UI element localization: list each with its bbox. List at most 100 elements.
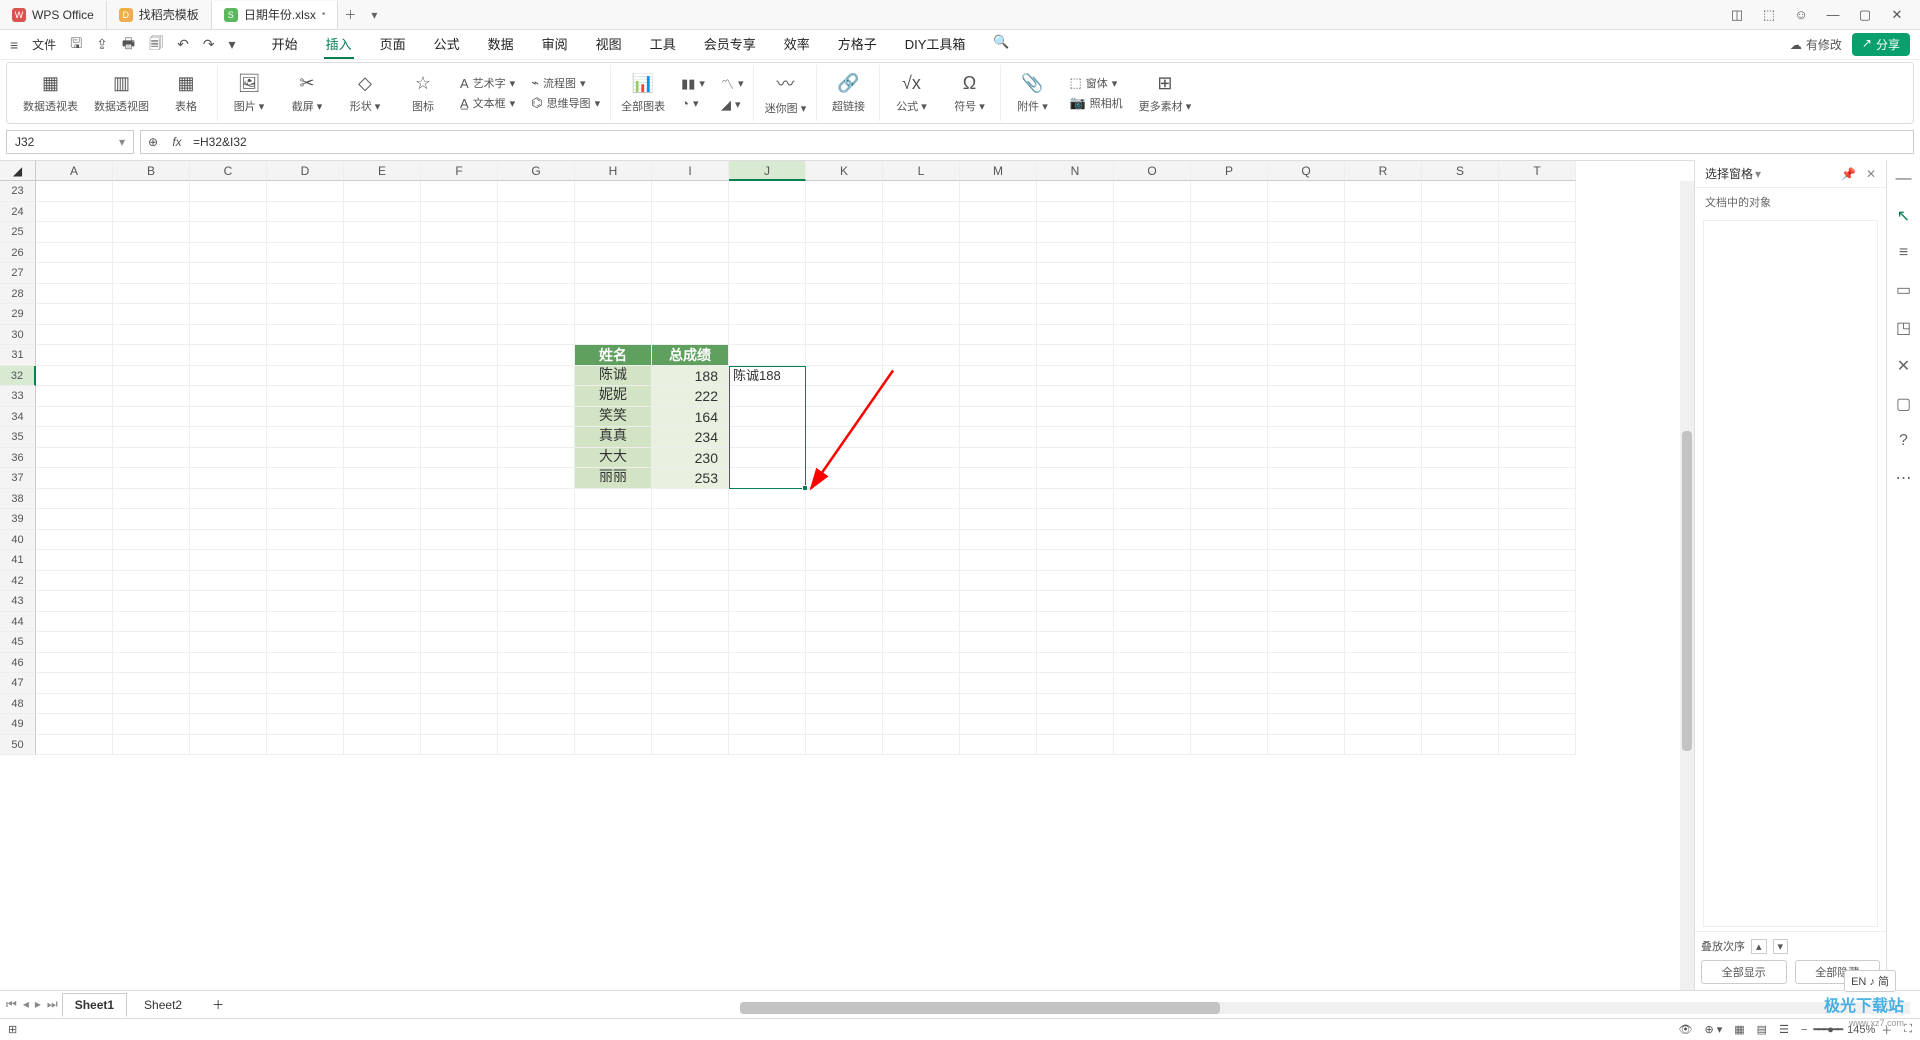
cell-Q45[interactable] [1268,632,1345,653]
cell-P36[interactable] [1191,448,1268,469]
cell-G27[interactable] [498,263,575,284]
cell-N40[interactable] [1037,530,1114,551]
cell-K48[interactable] [806,694,883,715]
row-header-42[interactable]: 42 [0,571,36,592]
select-all-corner[interactable]: ◢ [0,161,36,181]
cell-I34[interactable]: 164 [652,407,729,428]
scrollbar-thumb[interactable] [740,1002,1220,1014]
cell-G43[interactable] [498,591,575,612]
cell-B26[interactable] [113,243,190,264]
scrollbar-thumb[interactable] [1682,431,1692,751]
cell-R49[interactable] [1345,714,1422,735]
maximize-button[interactable]: ▢ [1858,7,1872,23]
cell-B29[interactable] [113,304,190,325]
cell-F36[interactable] [421,448,498,469]
cell-E38[interactable] [344,489,421,510]
cell-N23[interactable] [1037,181,1114,202]
cell-P48[interactable] [1191,694,1268,715]
menu-page[interactable]: 页面 [378,30,408,59]
cell-K37[interactable] [806,468,883,489]
cell-K50[interactable] [806,735,883,756]
cell-E42[interactable] [344,571,421,592]
cell-J45[interactable] [729,632,806,653]
cell-P43[interactable] [1191,591,1268,612]
screen-icon[interactable]: ⊕ ▾ [1704,1023,1722,1036]
cell-G39[interactable] [498,509,575,530]
cell-O43[interactable] [1114,591,1191,612]
cell-G30[interactable] [498,325,575,346]
cell-H28[interactable] [575,284,652,305]
cell-O49[interactable] [1114,714,1191,735]
cell-G50[interactable] [498,735,575,756]
cell-A34[interactable] [36,407,113,428]
column-header-H[interactable]: H [575,161,652,181]
cell-Q28[interactable] [1268,284,1345,305]
cell-N27[interactable] [1037,263,1114,284]
file-menu[interactable]: 文件 [32,36,56,53]
win-misc-icon[interactable]: ◫ [1730,7,1744,23]
cell-O42[interactable] [1114,571,1191,592]
cell-L41[interactable] [883,550,960,571]
cell-D37[interactable] [267,468,344,489]
cell-S50[interactable] [1422,735,1499,756]
view-normal-icon[interactable]: ▦ [1734,1023,1744,1036]
cell-O25[interactable] [1114,222,1191,243]
cell-G38[interactable] [498,489,575,510]
cell-J26[interactable] [729,243,806,264]
cell-P37[interactable] [1191,468,1268,489]
cell-C37[interactable] [190,468,267,489]
cell-S31[interactable] [1422,345,1499,366]
cell-O47[interactable] [1114,673,1191,694]
fullscreen-icon[interactable]: ⛶ [1904,1023,1912,1036]
menu-icon[interactable]: ≡ [10,37,18,53]
cell-K31[interactable] [806,345,883,366]
cell-J40[interactable] [729,530,806,551]
menu-efficiency[interactable]: 效率 [782,30,812,59]
cell-M36[interactable] [960,448,1037,469]
row-header-41[interactable]: 41 [0,550,36,571]
cell-F31[interactable] [421,345,498,366]
cell-K41[interactable] [806,550,883,571]
menu-tools[interactable]: 工具 [648,30,678,59]
cell-H44[interactable] [575,612,652,633]
cell-T32[interactable] [1499,366,1576,387]
cell-H29[interactable] [575,304,652,325]
cell-P35[interactable] [1191,427,1268,448]
cell-B49[interactable] [113,714,190,735]
cell-C48[interactable] [190,694,267,715]
cell-P34[interactable] [1191,407,1268,428]
cell-H36[interactable]: 大大 [575,448,652,469]
row-header-43[interactable]: 43 [0,591,36,612]
cell-S47[interactable] [1422,673,1499,694]
cell-M29[interactable] [960,304,1037,325]
cell-R23[interactable] [1345,181,1422,202]
cell-N43[interactable] [1037,591,1114,612]
cell-T37[interactable] [1499,468,1576,489]
cell-N46[interactable] [1037,653,1114,674]
bar-chart-icon[interactable]: ▮▮▾ [681,76,705,92]
cell-R26[interactable] [1345,243,1422,264]
cell-I23[interactable] [652,181,729,202]
cell-N25[interactable] [1037,222,1114,243]
icons-button[interactable]: ☆图标 [402,65,444,121]
cell-O23[interactable] [1114,181,1191,202]
cell-Q37[interactable] [1268,468,1345,489]
help-icon[interactable]: ? [1899,432,1908,450]
cell-R50[interactable] [1345,735,1422,756]
cell-A35[interactable] [36,427,113,448]
win-user-icon[interactable]: ☺ [1794,7,1808,23]
cell-E30[interactable] [344,325,421,346]
cell-D35[interactable] [267,427,344,448]
cell-J39[interactable] [729,509,806,530]
print-icon[interactable]: 🖶 [122,33,135,57]
cell-K46[interactable] [806,653,883,674]
ruler-tool-icon[interactable]: ✕ [1897,356,1910,376]
cell-C26[interactable] [190,243,267,264]
cell-K30[interactable] [806,325,883,346]
cell-F48[interactable] [421,694,498,715]
cell-M34[interactable] [960,407,1037,428]
flowchart-button[interactable]: ⌁流程图 ▾ [531,75,600,91]
cell-C38[interactable] [190,489,267,510]
cell-H45[interactable] [575,632,652,653]
row-headers[interactable]: 2324252627282930313233343536373839404142… [0,181,36,755]
